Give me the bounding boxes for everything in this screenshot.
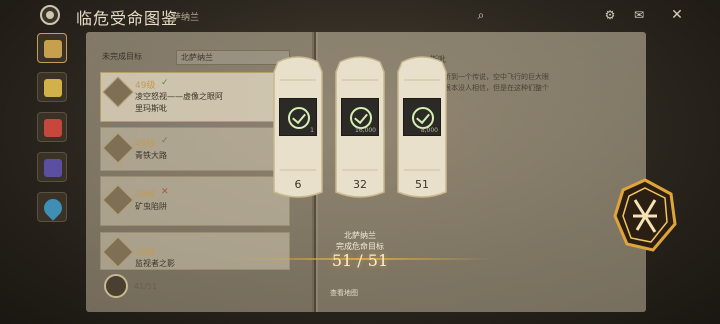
check-icon: ✓ [161, 136, 169, 146]
mail-icon[interactable]: ✉ [632, 8, 646, 22]
search-icon[interactable]: ⌕ [474, 8, 488, 22]
sidebar-item-zone-1[interactable] [37, 33, 67, 63]
check-icon: ✓ [161, 78, 169, 88]
top-bar: 临危受命图鉴 萨纳兰 ⌕ ⚙ ✉ ✕ [0, 0, 720, 30]
zone-2-icon [44, 79, 62, 97]
reward-count: 6 [294, 178, 302, 191]
reward-corner-value: 1 [310, 127, 314, 134]
filter-label: 未完成目标 [102, 52, 142, 61]
region-name: 北萨纳兰 [344, 231, 376, 240]
emblem-icon[interactable] [613, 178, 677, 254]
entry-name: 矿虫陷阱 [135, 202, 167, 211]
entry-level: 49级 [135, 190, 156, 200]
entry-thumbnail [102, 184, 134, 216]
check-circle-icon [288, 107, 310, 129]
zone-3-icon [44, 119, 62, 137]
check-circle-icon [412, 107, 434, 129]
zone-4-icon [44, 159, 62, 177]
page-subtitle: 萨纳兰 [172, 13, 200, 23]
list-item[interactable]: 49级 ✕ 矿虫陷阱 [100, 176, 290, 226]
gear-icon[interactable]: ⚙ [603, 8, 617, 22]
reward-corner-value: 8,000 [420, 127, 438, 134]
entry-name: 青铁大路 [135, 151, 167, 160]
bottom-counter: 41/51 [134, 282, 158, 291]
sidebar-item-zone-5[interactable] [37, 192, 67, 222]
sidebar-item-zone-3[interactable] [37, 112, 67, 142]
reward-count: 51 [415, 178, 429, 191]
entry-level: 49级 [135, 139, 156, 149]
view-map-link[interactable]: 查看地图 [330, 288, 358, 298]
entry-name: 监视者之影 [135, 259, 175, 268]
zone-5-icon [40, 195, 66, 221]
reward-icon-box: 8,000 [403, 98, 441, 136]
compass-icon[interactable] [40, 5, 60, 25]
avatar[interactable] [104, 274, 128, 298]
reward-corner-value: 16,000 [355, 127, 376, 134]
reward-icon-box: 1 [279, 98, 317, 136]
goal-progress: 51 / 51 [331, 251, 389, 270]
sidebar-item-zone-2[interactable] [37, 72, 67, 102]
entry-level: 49级 [135, 248, 156, 258]
entry-level: 49级 [135, 81, 156, 91]
entry-thumbnail [102, 76, 134, 108]
entry-thumbnail [102, 132, 134, 164]
page-title: 临危受命图鉴 [76, 9, 179, 28]
list-item[interactable]: 49级 监视者之影 [100, 232, 290, 270]
list-item[interactable]: 49级 ✓ 青铁大路 [100, 127, 290, 171]
reward-count: 32 [353, 178, 367, 191]
list-item[interactable]: 49级 ✓ 凌空怒视——虚像之眼阿 里玛斯吡 [100, 72, 290, 122]
cross-icon: ✕ [161, 187, 169, 197]
zone-1-icon [44, 40, 62, 58]
reward-card[interactable]: 1 6 [270, 52, 326, 202]
reward-card[interactable]: 16,000 32 [332, 52, 388, 202]
close-icon[interactable]: ✕ [670, 8, 684, 22]
reward-icon-box: 16,000 [341, 98, 379, 136]
filter-row: 未完成目标 北萨纳兰 [102, 50, 290, 65]
entry-name: 凌空怒视——虚像之眼阿 [135, 92, 223, 101]
check-circle-icon [350, 107, 372, 129]
sidebar-item-zone-4[interactable] [37, 152, 67, 182]
entry-thumbnail [102, 236, 134, 268]
entry-name-line2: 里玛斯吡 [135, 104, 167, 113]
reward-card[interactable]: 8,000 51 [394, 52, 450, 202]
